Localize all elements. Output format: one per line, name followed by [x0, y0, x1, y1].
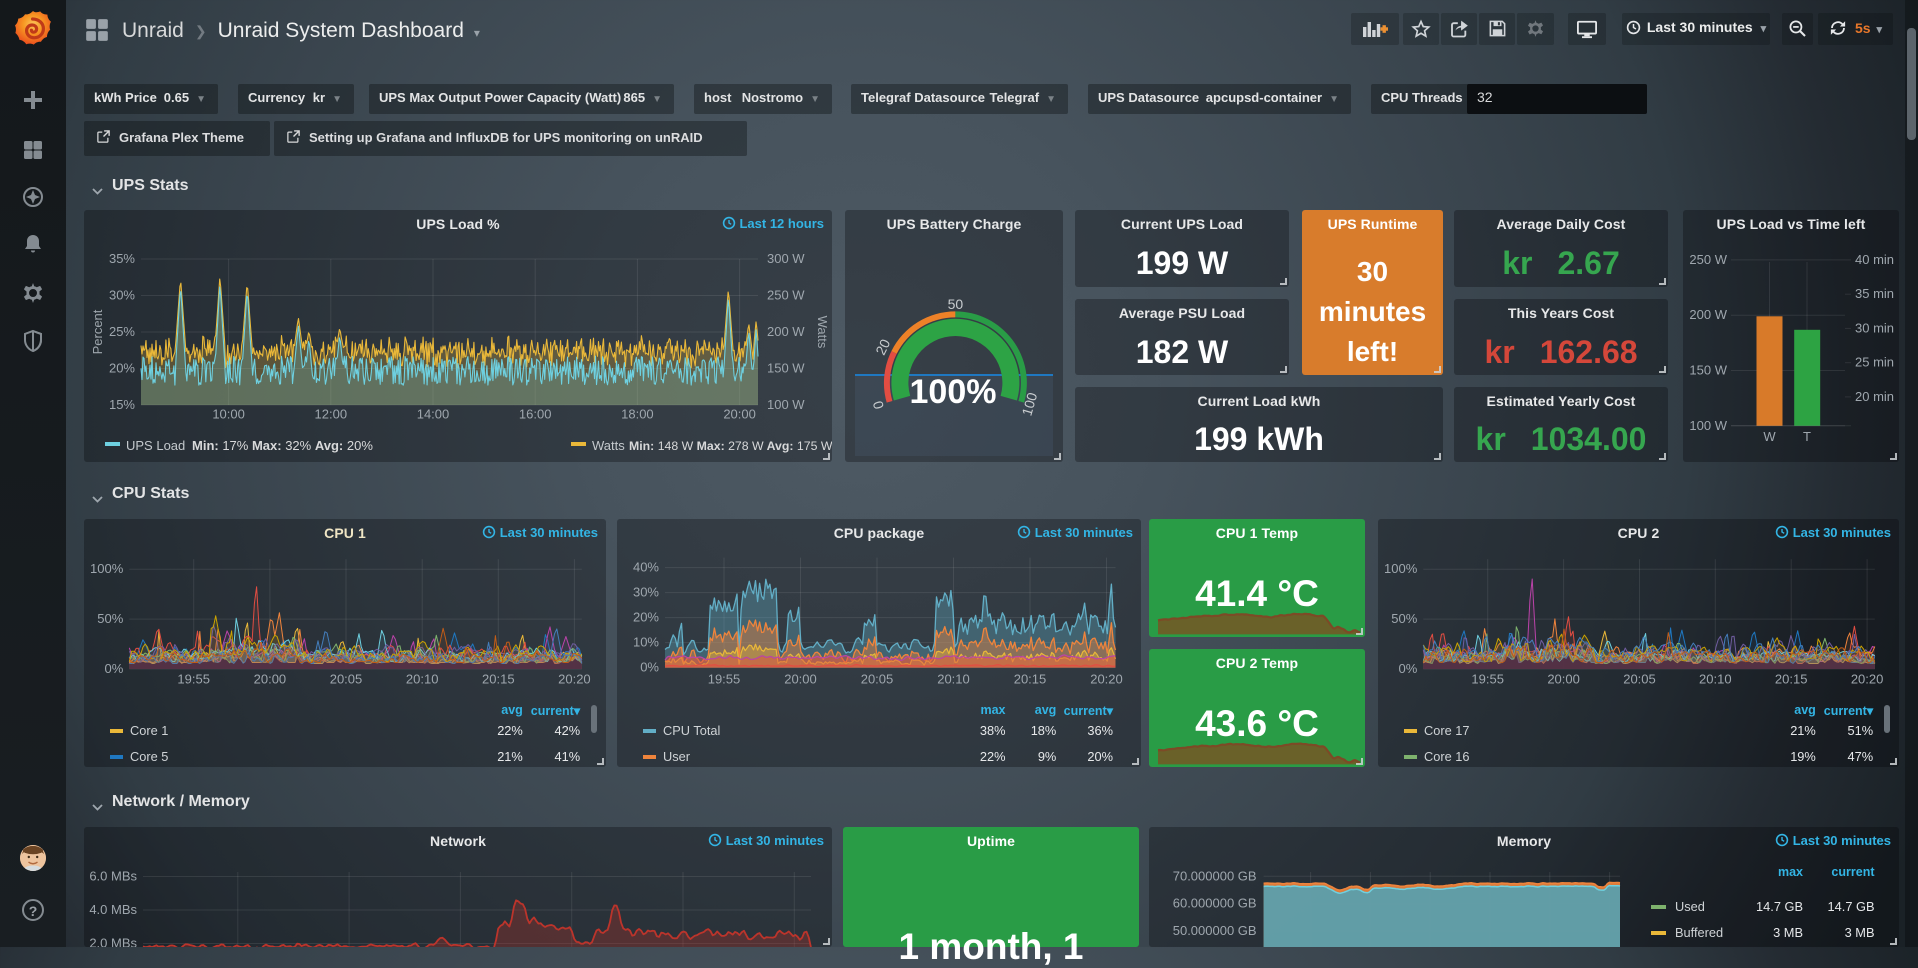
svg-text:6.0 MBs: 6.0 MBs [89, 869, 137, 884]
svg-text:10:00: 10:00 [212, 407, 245, 422]
svg-text:16:00: 16:00 [519, 407, 552, 422]
svg-text:20:10: 20:10 [1699, 672, 1732, 687]
svg-text:30 min: 30 min [1855, 320, 1894, 335]
svg-text:20:05: 20:05 [1623, 672, 1656, 687]
svg-text:Watts: Watts [592, 438, 625, 453]
svg-text:35%: 35% [109, 251, 135, 266]
svg-text:30%: 30% [633, 585, 659, 600]
svg-text:100 W: 100 W [767, 397, 805, 412]
svg-text:0%: 0% [105, 661, 124, 676]
svg-text:150 W: 150 W [767, 361, 805, 376]
svg-text:20:15: 20:15 [1775, 672, 1808, 687]
svg-text:30%: 30% [109, 288, 135, 303]
svg-text:10%: 10% [633, 635, 659, 650]
svg-text:20:15: 20:15 [482, 672, 515, 687]
svg-text:Watts: Watts [815, 316, 830, 349]
svg-text:50%: 50% [97, 611, 123, 626]
svg-text:50%: 50% [1391, 611, 1417, 626]
svg-text:T: T [1803, 429, 1811, 444]
svg-text:12:00: 12:00 [315, 407, 348, 422]
svg-text:250 W: 250 W [767, 288, 805, 303]
svg-text:4.0 MBs: 4.0 MBs [89, 902, 137, 917]
svg-text:19:55: 19:55 [1471, 672, 1504, 687]
svg-text:20:00: 20:00 [254, 672, 287, 687]
svg-text:20:10: 20:10 [406, 672, 439, 687]
svg-text:40%: 40% [633, 560, 659, 575]
svg-text:19:55: 19:55 [177, 672, 210, 687]
svg-text:W: W [1763, 429, 1776, 444]
svg-text:100%: 100% [1384, 561, 1418, 576]
svg-text:20:20: 20:20 [1090, 672, 1123, 687]
svg-text:0%: 0% [640, 660, 659, 675]
svg-text:20%: 20% [109, 361, 135, 376]
svg-text:250 W: 250 W [1689, 252, 1727, 267]
svg-text:Percent: Percent [90, 309, 105, 354]
svg-text:25%: 25% [109, 324, 135, 339]
svg-text:20:00: 20:00 [723, 407, 756, 422]
svg-text:100%: 100% [90, 561, 124, 576]
svg-text:2.0 MBs: 2.0 MBs [89, 936, 137, 948]
svg-text:15%: 15% [109, 397, 135, 412]
svg-text:20:20: 20:20 [1851, 672, 1884, 687]
svg-text:Min: 148 W Max: 278 W Avg: 175: Min: 148 W Max: 278 W Avg: 175 W [629, 439, 832, 453]
svg-text:20:00: 20:00 [784, 672, 817, 687]
svg-text:100 W: 100 W [1689, 418, 1727, 433]
svg-text:40 min: 40 min [1855, 252, 1894, 267]
svg-text:20:05: 20:05 [861, 672, 894, 687]
svg-text:20:10: 20:10 [937, 672, 970, 687]
svg-text:25 min: 25 min [1855, 355, 1894, 370]
svg-text:20:05: 20:05 [330, 672, 363, 687]
svg-text:20:20: 20:20 [558, 672, 591, 687]
svg-text:50: 50 [948, 296, 964, 312]
svg-text:14:00: 14:00 [417, 407, 450, 422]
svg-text:20:00: 20:00 [1547, 672, 1580, 687]
svg-text:100%: 100% [910, 373, 997, 411]
svg-text:150 W: 150 W [1689, 363, 1727, 378]
svg-text:200 W: 200 W [767, 324, 805, 339]
svg-text:UPS Load: UPS Load [126, 438, 185, 453]
svg-text:19:55: 19:55 [708, 672, 741, 687]
svg-text:20 min: 20 min [1855, 389, 1894, 404]
svg-text:20%: 20% [633, 610, 659, 625]
svg-text:18:00: 18:00 [621, 407, 654, 422]
svg-text:300 W: 300 W [767, 251, 805, 266]
svg-text:0%: 0% [1399, 661, 1418, 676]
svg-text:20:15: 20:15 [1014, 672, 1047, 687]
svg-text:35 min: 35 min [1855, 286, 1894, 301]
svg-text:200 W: 200 W [1689, 307, 1727, 322]
svg-text:Min: 17% Max: 32% Avg: 20%: Min: 17% Max: 32% Avg: 20% [192, 438, 373, 453]
